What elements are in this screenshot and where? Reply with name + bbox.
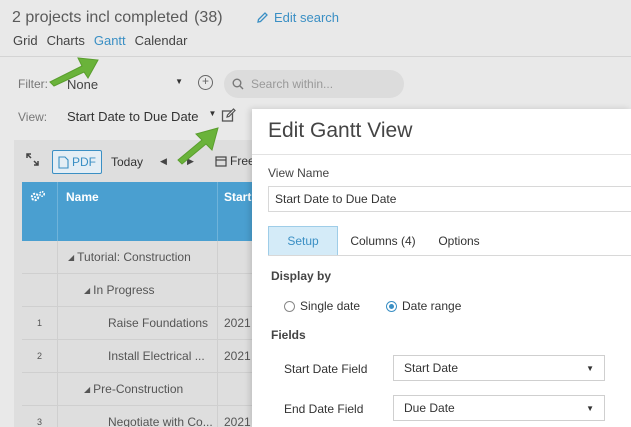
- row-name: Raise Foundations: [108, 316, 209, 330]
- add-filter-icon[interactable]: +: [198, 75, 213, 90]
- row-start-cell: 2021: [224, 349, 251, 363]
- freeze-label: Free: [230, 154, 255, 168]
- page-title-text: 2 projects incl completed: [12, 9, 189, 26]
- view-label: View:: [18, 110, 48, 124]
- date-range-radio[interactable]: [386, 300, 397, 312]
- table-row[interactable]: 1 Raise Foundations 2021: [22, 307, 254, 340]
- start-date-field-label: Start Date Field: [284, 362, 368, 376]
- pencil-icon: [257, 12, 268, 23]
- tab-grid[interactable]: Grid: [13, 33, 38, 48]
- collapse-triangle-icon[interactable]: ◢: [84, 385, 90, 394]
- edit-search-link[interactable]: Edit search: [256, 10, 339, 25]
- row-name-cell: ◢ Tutorial: Construction: [58, 241, 218, 273]
- row-name: In Progress: [93, 283, 155, 297]
- dialog-title: Edit Gantt View: [268, 119, 413, 142]
- row-name-cell: ◢ Pre-Construction: [58, 373, 218, 405]
- row-start-cell: [218, 373, 254, 405]
- caret-down-icon: ▼: [586, 363, 594, 373]
- single-date-option[interactable]: Single date: [284, 299, 360, 313]
- gantt-grid-panel: PDF Today ◀ ▶ Free Name Start ◢ Tutorial:…: [14, 140, 255, 427]
- start-date-field-select[interactable]: Start Date ▼: [393, 355, 605, 381]
- search-within-input[interactable]: [251, 77, 391, 91]
- collapse-triangle-icon[interactable]: ◢: [84, 286, 90, 295]
- search-icon: [232, 78, 244, 90]
- tab-gantt[interactable]: Gantt: [94, 33, 126, 48]
- page-title: 2 projects incl completed (38): [12, 9, 223, 27]
- pointer-arrow-icon: [177, 127, 219, 165]
- pdf-label: PDF: [72, 155, 96, 169]
- table-row[interactable]: 2 Install Electrical ... 2021: [22, 340, 254, 373]
- row-name-cell: Negotiate with Co...: [58, 406, 218, 427]
- tab-setup[interactable]: Setup: [268, 226, 338, 255]
- row-name-cell: Raise Foundations: [58, 307, 218, 339]
- end-date-field-label: End Date Field: [284, 402, 364, 416]
- project-count: (38): [194, 9, 223, 26]
- row-start-cell: [218, 274, 254, 306]
- end-date-field-select[interactable]: Due Date ▼: [393, 395, 605, 421]
- row-name-cell: Install Electrical ...: [58, 340, 218, 372]
- edit-search-label: Edit search: [274, 10, 340, 25]
- row-number: 3: [22, 406, 58, 427]
- dialog-tabs: Setup Columns (4) Options: [268, 226, 631, 256]
- row-start-cell: 2021: [224, 415, 251, 427]
- edit-gantt-view-dialog: Edit Gantt View View Name Setup Columns …: [252, 109, 631, 427]
- row-name: Install Electrical ...: [108, 349, 205, 363]
- today-button[interactable]: Today: [111, 155, 143, 169]
- view-name-label: View Name: [268, 166, 330, 180]
- table-body: ◢ Tutorial: Construction ◢ In Progress 1 Rais…: [22, 241, 254, 427]
- table-header: Name Start: [22, 182, 254, 241]
- table-row[interactable]: ◢ Tutorial: Construction: [22, 241, 254, 274]
- row-start-cell: 2021: [224, 316, 251, 330]
- dialog-divider: [252, 154, 631, 155]
- row-number: [22, 274, 58, 306]
- row-number: [22, 373, 58, 405]
- date-range-label: Date range: [402, 299, 462, 313]
- table-row[interactable]: ◢ Pre-Construction: [22, 373, 254, 406]
- row-name: Negotiate with Co...: [108, 415, 213, 427]
- caret-down-icon: ▼: [175, 77, 183, 86]
- row-start-cell: [218, 241, 254, 273]
- display-by-heading: Display by: [271, 269, 332, 283]
- column-header-start[interactable]: Start: [218, 182, 254, 241]
- table-row[interactable]: ◢ In Progress: [22, 274, 254, 307]
- row-name: Pre-Construction: [93, 382, 184, 396]
- pdf-icon: [58, 155, 69, 169]
- row-number: 1: [22, 307, 58, 339]
- row-number: 2: [22, 340, 58, 372]
- fields-heading: Fields: [271, 328, 306, 342]
- table-row[interactable]: 3 Negotiate with Co... 2021: [22, 406, 254, 427]
- gears-icon: [30, 190, 46, 202]
- single-date-radio[interactable]: [284, 300, 295, 312]
- row-name: Tutorial: Construction: [77, 250, 191, 264]
- date-range-option[interactable]: Date range: [386, 299, 461, 313]
- column-header-name[interactable]: Name: [58, 182, 218, 241]
- view-tabs: Grid Charts Gantt Calendar: [13, 33, 187, 48]
- pointer-arrow-icon: [49, 57, 99, 87]
- tab-charts[interactable]: Charts: [47, 33, 85, 48]
- pdf-button[interactable]: PDF: [52, 150, 102, 174]
- settings-cell[interactable]: [22, 182, 58, 241]
- single-date-label: Single date: [300, 299, 361, 313]
- gantt-table: Name Start ◢ Tutorial: Construction ◢ In Pr…: [22, 182, 254, 427]
- end-date-field-value: Due Date: [404, 401, 455, 415]
- expand-icon[interactable]: [26, 153, 39, 171]
- collapse-triangle-icon[interactable]: ◢: [68, 253, 74, 262]
- view-name-input[interactable]: [268, 186, 631, 212]
- start-date-field-value: Start Date: [404, 361, 459, 375]
- tab-calendar[interactable]: Calendar: [135, 33, 188, 48]
- tab-options[interactable]: Options: [428, 226, 490, 255]
- prev-arrow-icon[interactable]: ◀: [160, 156, 167, 167]
- tab-columns[interactable]: Columns (4): [338, 226, 428, 255]
- search-within-box[interactable]: [224, 70, 404, 98]
- caret-down-icon: ▼: [586, 403, 594, 413]
- row-name-cell: ◢ In Progress: [58, 274, 218, 306]
- row-number: [22, 241, 58, 273]
